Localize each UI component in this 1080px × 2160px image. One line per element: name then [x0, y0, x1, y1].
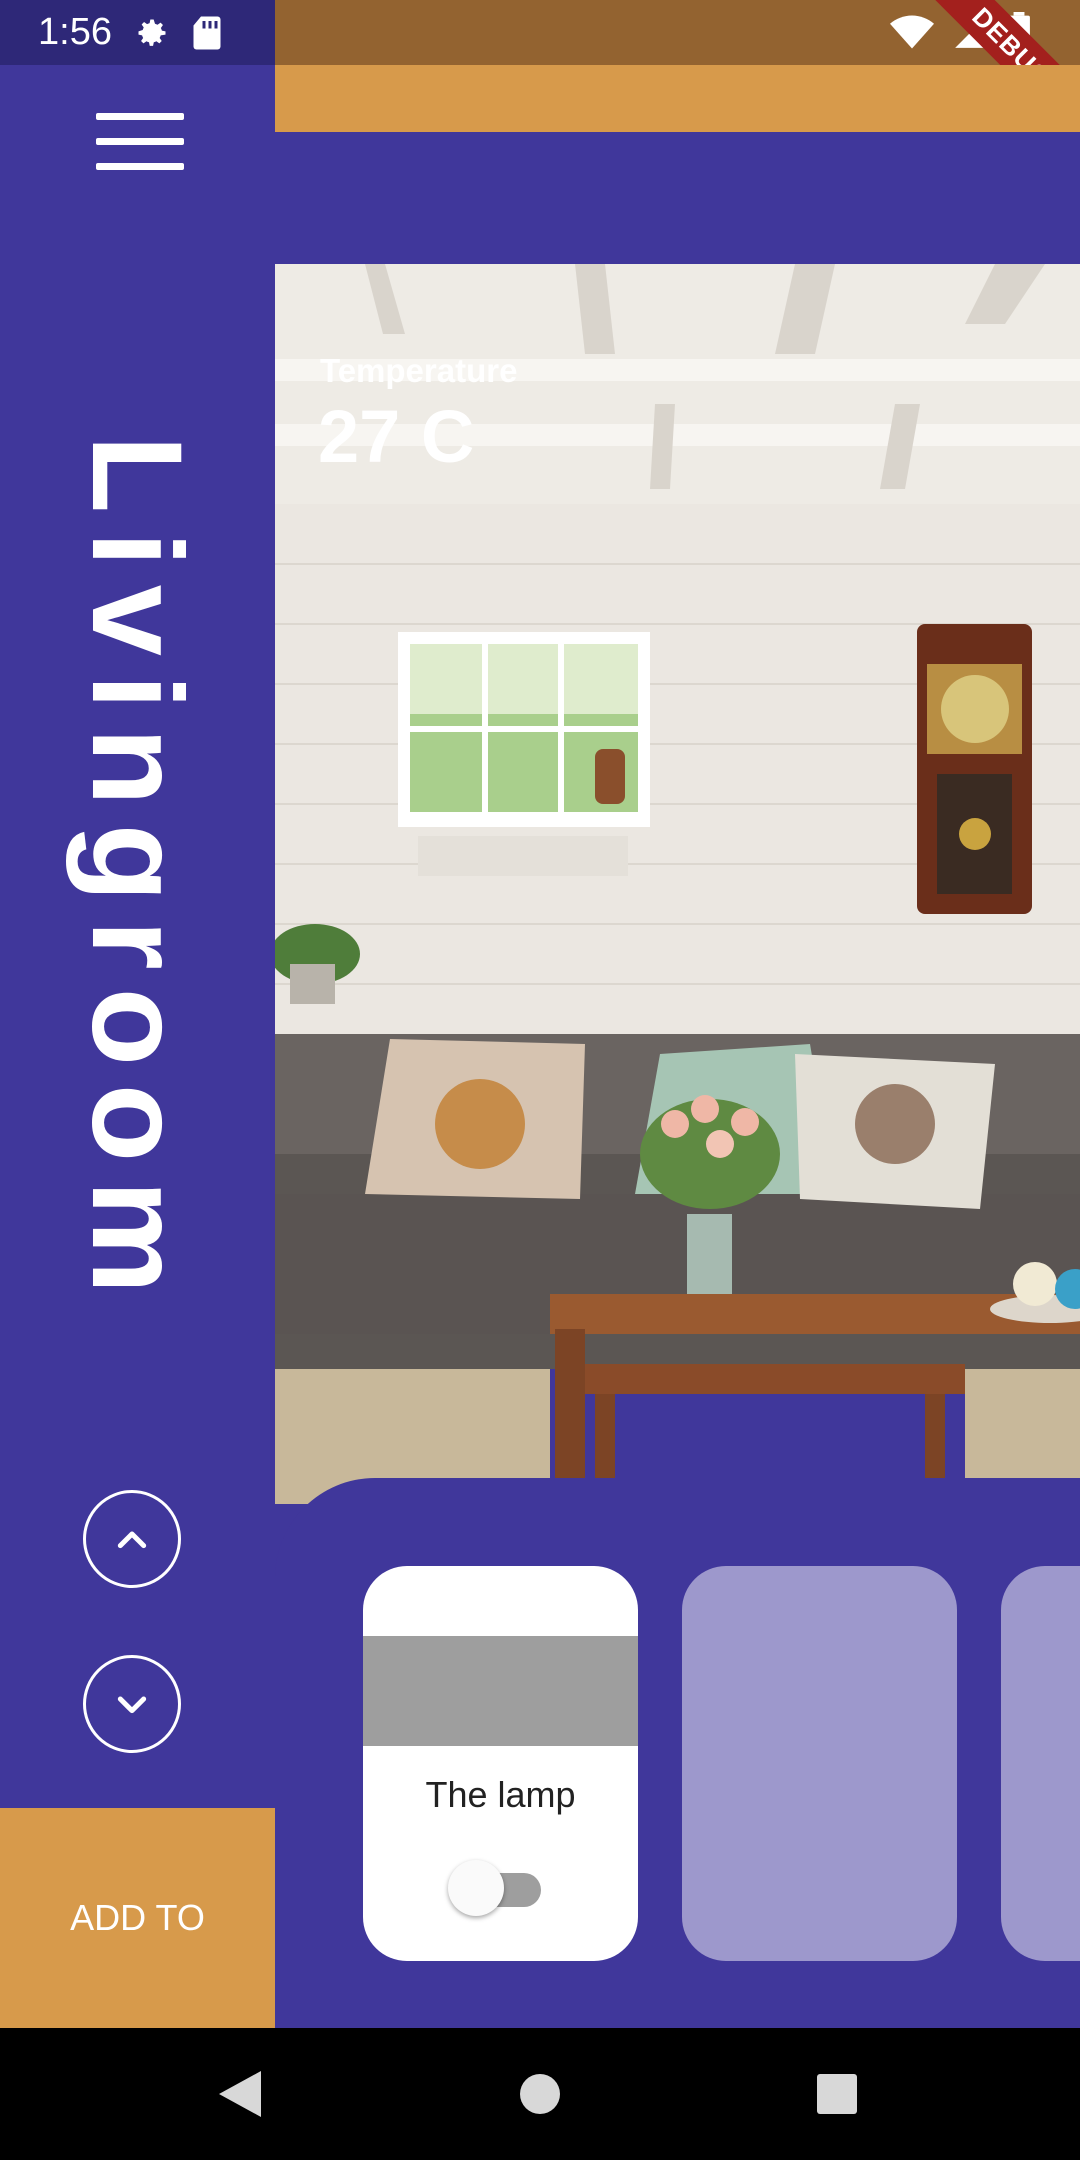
back-triangle-icon: [219, 2071, 261, 2117]
sidebar: Livingroom: [0, 65, 275, 1808]
status-bar-right: DEBUG: [275, 0, 1080, 147]
header-accent-bar: [275, 65, 1080, 132]
status-bar-left: 1:56: [0, 0, 275, 65]
device-image-placeholder: [363, 1636, 638, 1746]
add-to-button[interactable]: ADD TO: [0, 1808, 275, 2028]
header-area: [275, 132, 1080, 264]
temperature-value: 27 C: [318, 395, 475, 478]
previous-room-button[interactable]: [83, 1490, 181, 1588]
device-card-empty[interactable]: [1001, 1566, 1080, 1961]
toggle-knob: [448, 1860, 504, 1916]
navigation-bar: [0, 2028, 1080, 2160]
chevron-up-icon: [117, 1531, 147, 1549]
next-room-button[interactable]: [83, 1655, 181, 1753]
status-time: 1:56: [38, 11, 112, 53]
home-circle-icon: [520, 2074, 560, 2114]
chevron-down-icon: [117, 1696, 147, 1714]
gear-icon: [138, 19, 166, 46]
home-button[interactable]: [480, 2028, 600, 2160]
menu-icon[interactable]: [96, 113, 184, 173]
back-button[interactable]: [180, 2028, 300, 2160]
room-title: Livingroom: [65, 435, 208, 1312]
room-title-container: Livingroom: [0, 435, 275, 1425]
lamp-toggle-switch[interactable]: [448, 1860, 543, 1916]
wifi-icon: [890, 15, 934, 49]
recents-square-icon: [817, 2074, 857, 2114]
temperature-label: Temperature: [320, 352, 518, 389]
sd-card-icon: [193, 16, 221, 49]
device-card-empty[interactable]: [682, 1566, 957, 1961]
recents-button[interactable]: [777, 2028, 897, 2160]
device-panel: The lamp: [275, 1478, 1080, 2028]
device-card-lamp[interactable]: The lamp: [363, 1566, 638, 1961]
app-screen: 1:56 DEBUG Livingroom ADD TO Temperature…: [0, 0, 1080, 2160]
room-photo: Temperature 27 C: [275, 264, 1080, 1504]
device-name: The lamp: [425, 1774, 576, 1815]
